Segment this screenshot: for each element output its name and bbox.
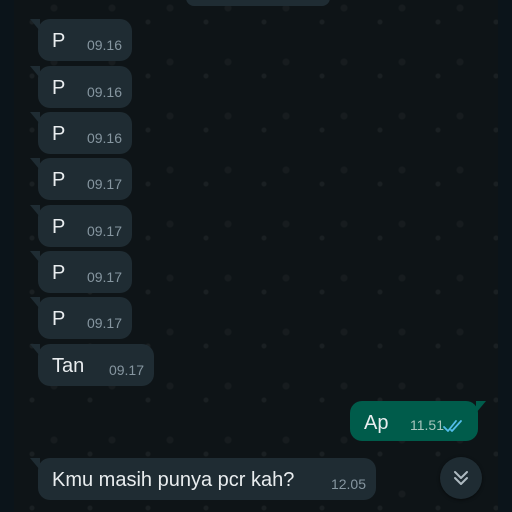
message-bubble[interactable]: P 09.17 bbox=[30, 297, 132, 339]
message-bubble[interactable]: P 09.16 bbox=[30, 112, 132, 154]
message-bubble[interactable]: P 09.16 bbox=[30, 19, 132, 61]
double-chevron-down-icon bbox=[454, 471, 468, 485]
message-time: 09.17 bbox=[86, 176, 122, 192]
message-time: 09.17 bbox=[86, 269, 122, 285]
message-bubble[interactable]: P 09.17 bbox=[30, 158, 132, 200]
message-text: Ap bbox=[364, 412, 389, 434]
message-text: P bbox=[52, 30, 66, 52]
message-text: Kmu masih punya pcr kah? bbox=[52, 469, 295, 491]
scroll-to-bottom-button[interactable] bbox=[440, 457, 482, 499]
message-text: P bbox=[52, 77, 66, 99]
message-time: 11.51 bbox=[410, 417, 444, 433]
message-time: 09.16 bbox=[86, 84, 122, 100]
message-bubble[interactable]: P 09.17 bbox=[30, 205, 132, 247]
message-time: 09.17 bbox=[108, 362, 144, 378]
message-text: P bbox=[52, 216, 66, 238]
message-time: 09.17 bbox=[86, 315, 122, 331]
message-text: P bbox=[52, 262, 66, 284]
previous-message-bubble[interactable] bbox=[186, 0, 330, 6]
message-text: P bbox=[52, 308, 66, 330]
message-bubble[interactable]: Tan 09.17 bbox=[30, 344, 154, 386]
message-time: 12.05 bbox=[330, 476, 366, 492]
message-bubble[interactable]: P 09.16 bbox=[30, 66, 132, 108]
chat-area: P 09.16 P 09.16 P 09.16 P 09.17 P 09.17 … bbox=[0, 0, 512, 512]
message-text: P bbox=[52, 169, 66, 191]
outgoing-message-bubble[interactable]: Ap 11.51 bbox=[350, 401, 486, 441]
message-bubble[interactable]: Kmu masih punya pcr kah? 12.05 bbox=[30, 458, 376, 500]
message-time: 09.16 bbox=[86, 37, 122, 53]
message-time: 09.16 bbox=[86, 130, 122, 146]
message-time: 09.17 bbox=[86, 223, 122, 239]
message-text: P bbox=[52, 123, 66, 145]
message-text: Tan bbox=[52, 355, 85, 377]
message-bubble[interactable]: P 09.17 bbox=[30, 251, 132, 293]
double-check-read-icon bbox=[443, 420, 462, 432]
